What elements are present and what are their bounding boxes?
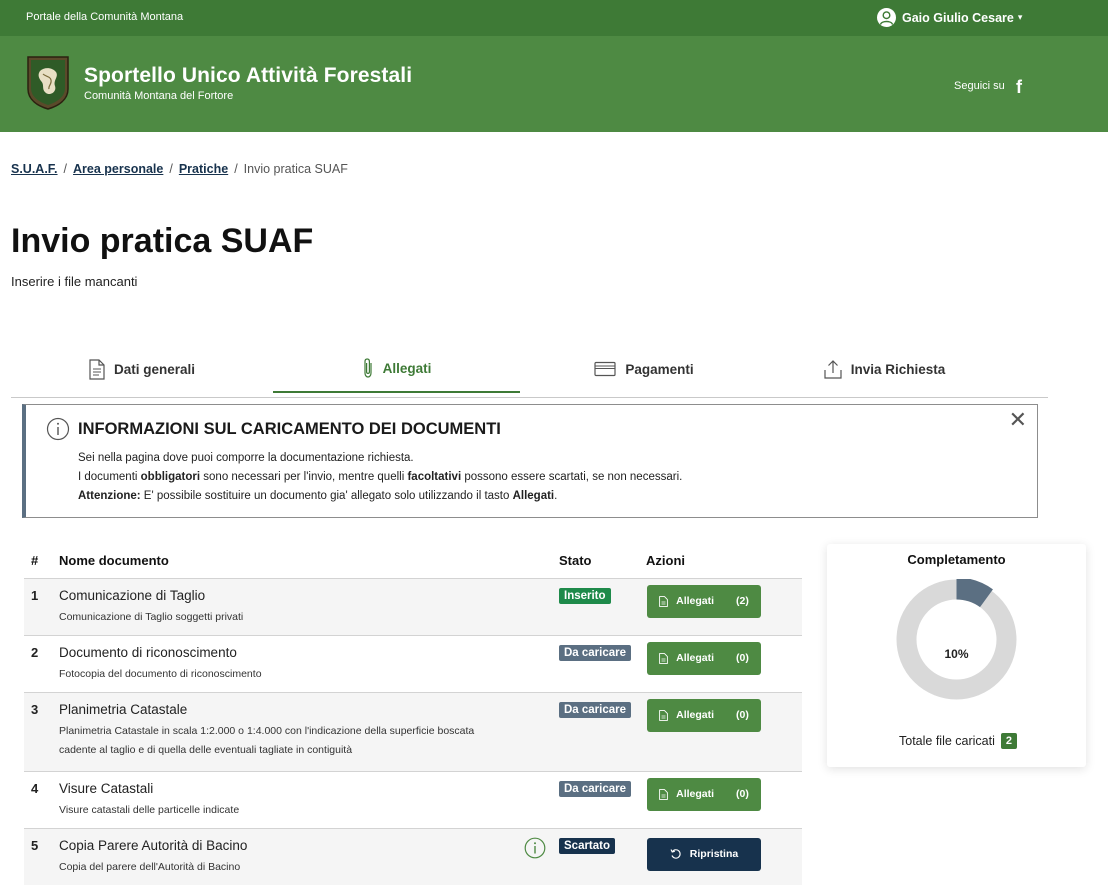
document-name: Comunicazione di Taglio bbox=[59, 587, 206, 603]
col-name: Nome documento bbox=[59, 544, 524, 578]
upload-icon bbox=[824, 360, 842, 379]
document-description: Comunicazione di Taglio soggetti privati bbox=[59, 610, 244, 623]
allegati-button[interactable]: Allegati (0) bbox=[647, 698, 761, 732]
follow-label: Seguici su bbox=[954, 80, 1005, 92]
status-badge: Da caricare bbox=[559, 644, 632, 661]
tab-allegati[interactable]: Allegati bbox=[273, 345, 520, 393]
col-status: Stato bbox=[524, 544, 646, 578]
site-subtitle: Comunità Montana del Fortore bbox=[84, 90, 234, 102]
info-icon[interactable] bbox=[524, 837, 546, 859]
tab-label: Dati generali bbox=[113, 361, 196, 377]
document-name: Visure Catastali bbox=[59, 780, 154, 796]
step-tabs: Dati generali Allegati Pagamenti Invia R… bbox=[11, 345, 1048, 398]
restore-icon bbox=[670, 849, 681, 859]
tab-label: Allegati bbox=[382, 360, 432, 376]
tab-pagamenti[interactable]: Pagamenti bbox=[520, 345, 768, 393]
completion-card: Completamento 10% Totale file caricati 2 bbox=[827, 544, 1086, 767]
file-icon bbox=[659, 652, 668, 664]
callout-body: Sei nella pagina dove puoi comporre la d… bbox=[78, 449, 682, 506]
page-subtitle: Inserire i file mancanti bbox=[11, 274, 138, 289]
tab-dati-generali[interactable]: Dati generali bbox=[11, 345, 273, 393]
donut-track bbox=[896, 579, 1017, 700]
file-icon bbox=[659, 788, 668, 800]
close-icon[interactable]: ✕ bbox=[1009, 407, 1027, 433]
table-row: 1 Comunicazione di Taglio Comunicazione d… bbox=[24, 577, 802, 635]
tab-label: Invia Richiesta bbox=[850, 361, 946, 377]
logo[interactable] bbox=[26, 55, 70, 110]
facebook-icon[interactable]: f bbox=[1016, 77, 1022, 98]
file-icon bbox=[659, 595, 668, 607]
document-name: Documento di riconoscimento bbox=[59, 644, 237, 660]
status-badge: Da caricare bbox=[559, 701, 632, 718]
col-actions: Azioni bbox=[646, 544, 802, 578]
ripristina-button[interactable]: Ripristina bbox=[647, 837, 761, 871]
chevron-down-icon: ▾ bbox=[1017, 12, 1023, 22]
tab-invia-richiesta[interactable]: Invia Richiesta bbox=[768, 345, 1001, 393]
breadcrumb-area-personale[interactable]: Area personale bbox=[73, 162, 163, 176]
credit-card-icon bbox=[594, 361, 616, 377]
table-header: # Nome documento Stato Azioni bbox=[24, 544, 802, 578]
document-icon bbox=[89, 358, 105, 380]
total-files-label: Totale file caricati bbox=[899, 734, 995, 748]
tab-label: Pagamenti bbox=[625, 361, 694, 377]
callout-line-1: Sei nella pagina dove puoi comporre la d… bbox=[78, 452, 414, 464]
callout-line-2: I documenti obbligatori sono necessari p… bbox=[78, 471, 683, 483]
paperclip-icon bbox=[364, 358, 372, 378]
col-number: # bbox=[24, 544, 59, 578]
breadcrumb-pratiche[interactable]: Pratiche bbox=[179, 162, 228, 176]
total-files-badge: 2 bbox=[1000, 733, 1017, 749]
table-row: 3 Planimetria Catastale Planimetria Catas… bbox=[24, 691, 802, 771]
breadcrumb-current: Invio pratica SUAF bbox=[243, 162, 348, 176]
portal-link[interactable]: Portale della Comunità Montana bbox=[26, 11, 183, 23]
document-name: Copia Parere Autorità di Bacino bbox=[59, 837, 248, 853]
table-row: 4 Visure Catastali Visure catastali delle… bbox=[24, 770, 802, 828]
allegati-button[interactable]: Allegati (0) bbox=[647, 777, 761, 811]
site-title: Sportello Unico Attività Forestali bbox=[84, 64, 413, 87]
table-row: 5 Copia Parere Autorità di Bacino Copia d… bbox=[24, 827, 802, 885]
page-title: Invio pratica SUAF bbox=[11, 222, 314, 260]
breadcrumb-suaf[interactable]: S.U.A.F. bbox=[11, 162, 58, 176]
documents-table: # Nome documento Stato Azioni 1 Comunica… bbox=[24, 544, 802, 885]
table-row: 2 Documento di riconoscimento Fotocopia d… bbox=[24, 634, 802, 692]
document-description: Copia del parere dell'Autorità di Bacino bbox=[59, 860, 241, 873]
breadcrumb: S.U.A.F. / Area personale / Pratiche / Invio p… bbox=[11, 162, 348, 176]
allegati-button[interactable]: Allegati (2) bbox=[647, 584, 761, 618]
user-avatar-icon bbox=[877, 8, 896, 27]
document-description: Fotocopia del documento di riconosciment… bbox=[59, 667, 262, 680]
status-badge: Inserito bbox=[559, 587, 611, 604]
completion-donut bbox=[896, 579, 1017, 700]
status-badge: Scartato bbox=[559, 837, 616, 854]
status-badge: Da caricare bbox=[559, 780, 632, 797]
total-files: Totale file caricati 2 bbox=[899, 733, 1017, 749]
completion-percent: 10% bbox=[944, 647, 969, 661]
callout-title: INFORMAZIONI SUL CARICAMENTO DEI DOCUMEN… bbox=[78, 420, 501, 438]
allegati-button[interactable]: Allegati (0) bbox=[647, 641, 761, 675]
completion-title: Completamento bbox=[907, 552, 1006, 567]
info-icon bbox=[46, 417, 70, 441]
site-header: Sportello Unico Attività Forestali Comun… bbox=[0, 36, 1108, 132]
top-bar: Portale della Comunità Montana Gaio Giul… bbox=[0, 0, 1108, 36]
callout-line-3: Attenzione: E' possibile sostituire un d… bbox=[78, 490, 558, 502]
info-callout: INFORMAZIONI SUL CARICAMENTO DEI DOCUMEN… bbox=[22, 404, 1038, 518]
file-icon bbox=[659, 709, 668, 721]
document-description: Planimetria Catastale in scala 1:2.000 o… bbox=[59, 724, 475, 756]
document-name: Planimetria Catastale bbox=[59, 701, 188, 717]
user-menu[interactable]: Gaio Giulio Cesare ▾ bbox=[877, 8, 1022, 27]
user-name: Gaio Giulio Cesare bbox=[902, 10, 1014, 25]
document-description: Visure catastali delle particelle indica… bbox=[59, 803, 240, 816]
